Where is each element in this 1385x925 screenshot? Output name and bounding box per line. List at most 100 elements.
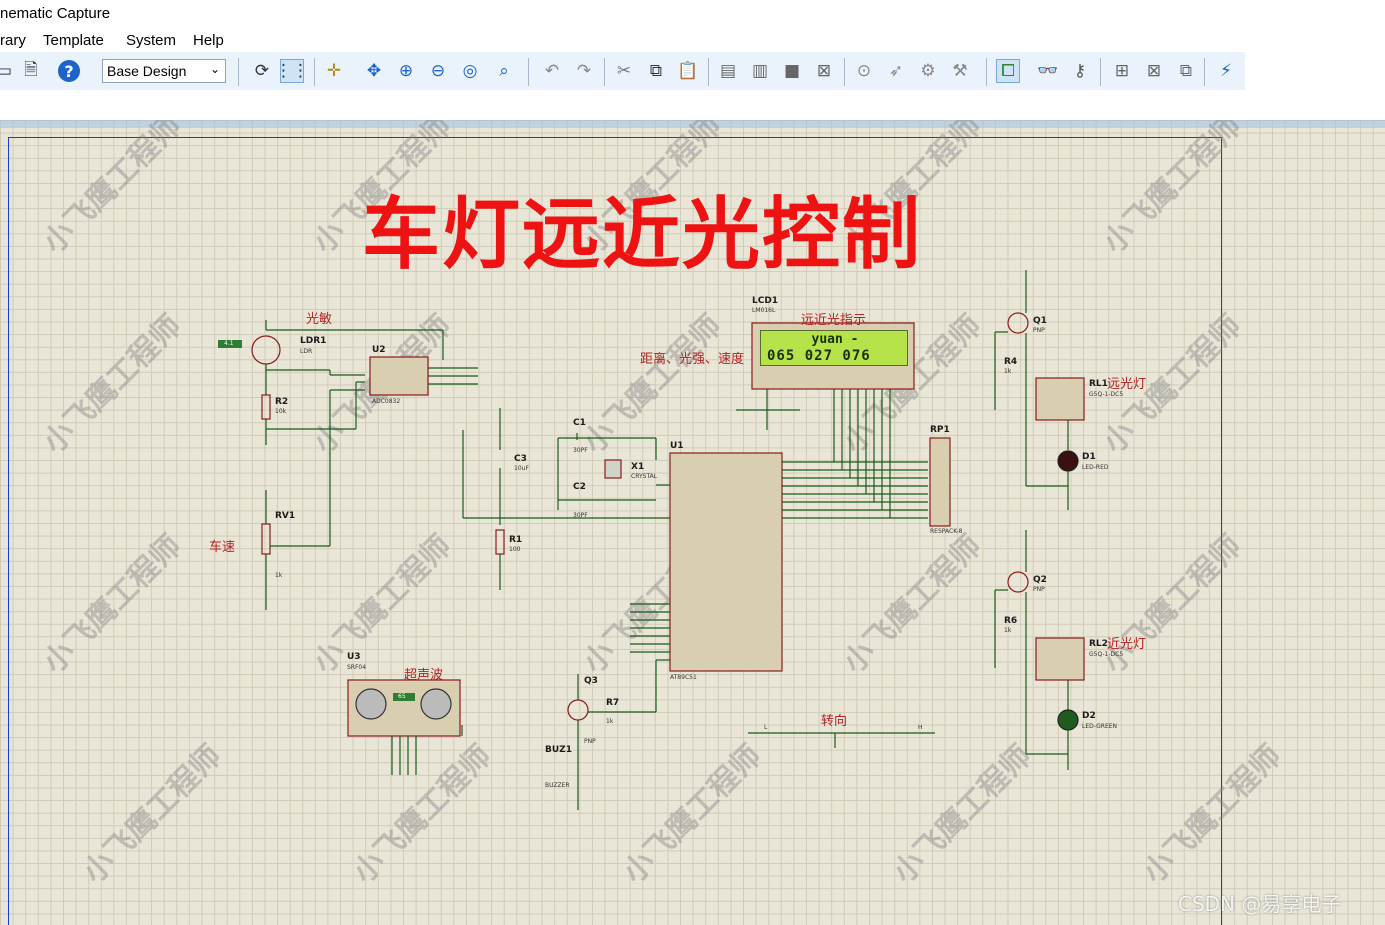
r4-value: 1k <box>1004 368 1012 375</box>
ldr-display: 4.1 <box>224 340 234 347</box>
grid-toggle-icon[interactable]: ⋮⋮ <box>275 59 309 83</box>
new-sheet-icon[interactable]: ⊞ <box>1110 59 1134 83</box>
design-select[interactable]: Base Design ⌄ <box>102 59 226 83</box>
toolbar-separator <box>1100 58 1101 86</box>
chevron-down-icon: ⌄ <box>209 62 220 76</box>
zoom-area-icon[interactable]: ⌕ <box>492 59 516 83</box>
r1-ref: R1 <box>509 535 523 545</box>
ldr-model: LDR <box>300 348 313 355</box>
property-assign-icon[interactable]: ⚷ <box>1068 59 1092 83</box>
toolbar-separator <box>1204 58 1205 86</box>
turn-switch-left: L <box>764 724 768 731</box>
r6-value: 1k <box>1004 627 1012 634</box>
menu-system[interactable]: System <box>126 32 176 49</box>
make-device-icon[interactable]: ➶ <box>884 59 908 83</box>
r6-ref: R6 <box>1004 616 1018 626</box>
d1-model: LED-RED <box>1082 464 1109 471</box>
lcd-indicator-label: 远近光指示 <box>801 313 867 328</box>
redo-icon[interactable]: ↷ <box>572 59 596 83</box>
c2-ref: C2 <box>573 482 586 492</box>
u3-ref: U3 <box>347 652 361 662</box>
q3-ref: Q3 <box>584 676 598 686</box>
block-rotate-icon[interactable]: ■ <box>780 59 804 83</box>
toolbar-separator <box>238 58 239 86</box>
cut-icon[interactable]: ✂ <box>612 59 636 83</box>
c3-ref: C3 <box>514 454 527 464</box>
remove-sheet-icon[interactable]: ⊠ <box>1142 59 1166 83</box>
search-icon[interactable]: 👓 <box>1036 59 1060 83</box>
toolbar-separator <box>314 58 315 86</box>
refresh-icon[interactable]: ⟳ <box>250 59 274 83</box>
schematic-canvas[interactable]: 小飞鹰工程师 小飞鹰工程师 小飞鹰工程师 小飞鹰工程师 小飞鹰工程师 小飞鹰工程… <box>0 120 1385 925</box>
r1-value: 100 <box>509 546 521 553</box>
r7-ref: R7 <box>606 698 620 708</box>
design-select-value: Base Design <box>107 63 187 79</box>
window-title: nematic Capture <box>0 5 111 22</box>
exit-parent-icon[interactable]: ⧉ <box>1174 59 1198 83</box>
buz1-ref: BUZ1 <box>545 745 572 755</box>
schematic-wiring <box>218 270 1085 810</box>
document-icon[interactable]: 🗎 <box>19 59 43 83</box>
ldr-ref: LDR1 <box>300 336 327 346</box>
zoom-out-icon[interactable]: ⊖ <box>426 59 450 83</box>
r2-ref: R2 <box>275 397 289 407</box>
turn-signal-label: 转向 <box>821 714 848 729</box>
block-copy-icon[interactable]: ▤ <box>716 59 740 83</box>
far-light-label: 远光灯 <box>1107 377 1147 392</box>
u1-model: AT89C51 <box>670 674 697 681</box>
q3-model: PNP <box>584 738 596 745</box>
block-move-icon[interactable]: ▥ <box>748 59 772 83</box>
zoom-in-icon[interactable]: ⊕ <box>394 59 418 83</box>
toolbar: ▭ 🗎 ? Base Design ⌄ ⟳ ⋮⋮ ✛ ✥ ⊕ ⊖ ◎ ⌕ ↶ ↷… <box>0 52 1245 91</box>
menu-library[interactable]: rary <box>0 32 26 49</box>
lcd-line-2: 065 027 076 <box>767 348 871 364</box>
d2-model: LED-GREEN <box>1082 723 1118 730</box>
menu-template[interactable]: Template <box>43 32 104 49</box>
wire-autoroute-icon[interactable]: ⧠ <box>996 59 1020 83</box>
u3-model: SRF04 <box>347 664 367 671</box>
lcd-fields-label: 距离、光强、速度 <box>640 352 745 367</box>
toolbar-separator <box>604 58 605 86</box>
rl2-ref: RL2 <box>1089 639 1108 649</box>
decompose-icon[interactable]: ⚒ <box>948 59 972 83</box>
d2-ref: D2 <box>1082 711 1096 721</box>
x1-ref: X1 <box>631 462 645 472</box>
title-bar: nematic Capture <box>0 0 1385 30</box>
netlist-icon[interactable]: ⚡ <box>1214 59 1238 83</box>
buz1-model: BUZZER <box>545 782 570 789</box>
packaging-tool-icon[interactable]: ⚙ <box>916 59 940 83</box>
q2-model: PNP <box>1033 586 1045 593</box>
toolbar-separator <box>844 58 845 86</box>
rl2-model: G5Q-1-DC5 <box>1089 651 1124 658</box>
near-light-label: 近光灯 <box>1107 637 1147 652</box>
help-icon[interactable]: ? <box>58 60 80 82</box>
ldr-section-label: 光敏 <box>306 312 333 327</box>
menu-help[interactable]: Help <box>193 32 224 49</box>
c1-value: 30PF <box>573 447 588 454</box>
lcd-model: LM016L <box>752 307 776 314</box>
block-delete-icon[interactable]: ⊠ <box>812 59 836 83</box>
partial-icon[interactable]: ▭ <box>0 59 16 83</box>
u3-display: 65 <box>398 693 406 700</box>
undo-icon[interactable]: ↶ <box>540 59 564 83</box>
toolbar-separator <box>528 58 529 86</box>
origin-icon[interactable]: ✛ <box>322 59 346 83</box>
copy-icon[interactable]: ⧉ <box>644 59 668 83</box>
q1-model: PNP <box>1033 327 1045 334</box>
menu-bar: rary Template System Help <box>0 30 1385 52</box>
pan-icon[interactable]: ✥ <box>362 59 386 83</box>
rp1-ref: RP1 <box>930 425 950 435</box>
adc-ref: U2 <box>372 345 386 355</box>
lcd-line-1: yuan - <box>811 332 859 347</box>
toolbar-blank <box>1245 52 1385 90</box>
zoom-all-icon[interactable]: ◎ <box>458 59 482 83</box>
rv1-ref: RV1 <box>275 511 296 521</box>
d1-ref: D1 <box>1082 452 1096 462</box>
csdn-credit: CSDN @易享电子 <box>1178 892 1342 916</box>
pick-device-icon[interactable]: ⊙ <box>852 59 876 83</box>
r7-value: 1k <box>606 718 614 725</box>
paste-icon[interactable]: 📋 <box>676 59 700 83</box>
x1-model: CRYSTAL <box>631 473 658 480</box>
c1-ref: C1 <box>573 418 586 428</box>
adc-model: ADC0832 <box>372 398 401 405</box>
